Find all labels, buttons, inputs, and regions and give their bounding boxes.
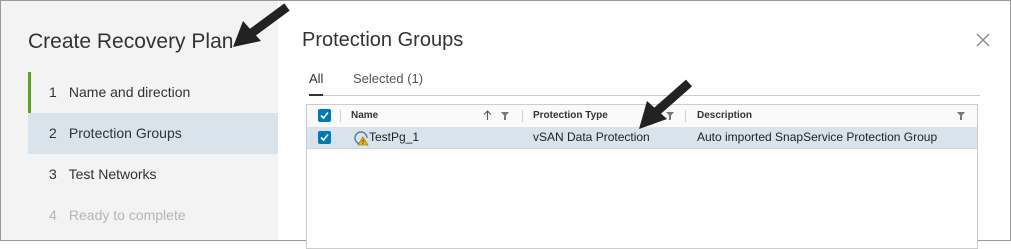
filter-icon[interactable]	[957, 112, 965, 120]
step-number: 2	[49, 125, 57, 141]
cell-description: Auto imported SnapService Protection Gro…	[697, 130, 938, 144]
wizard-step-test-networks[interactable]: 3 Test Networks	[28, 154, 278, 195]
step-label: Test Networks	[68, 166, 157, 182]
sort-ascending-icon[interactable]	[483, 110, 492, 121]
cell-name: TestPg_1	[369, 130, 420, 144]
column-header-description[interactable]: Description	[697, 105, 752, 127]
annotation-arrow-icon	[639, 79, 692, 129]
column-header-protection-type[interactable]: Protection Type	[533, 105, 608, 127]
tab-selected[interactable]: Selected (1)	[353, 71, 423, 94]
create-recovery-plan-dialog: Create Recovery Plan 1 Name and directio…	[0, 0, 1011, 249]
wizard-title: Create Recovery Plan	[28, 30, 234, 53]
checkmark-icon	[320, 111, 329, 120]
close-button[interactable]	[974, 31, 992, 49]
page-title: Protection Groups	[302, 29, 464, 51]
wizard-step-name-and-direction[interactable]: 1 Name and direction	[28, 72, 278, 113]
annotation-arrow-icon	[233, 3, 290, 47]
step-number: 4	[49, 207, 57, 223]
step-label: Ready to complete	[68, 207, 186, 223]
wizard-step-ready-to-complete: 4 Ready to complete	[28, 195, 278, 236]
step-number: 1	[49, 84, 57, 100]
filter-icon[interactable]	[501, 112, 509, 120]
column-header-name[interactable]: Name	[351, 105, 378, 127]
row-checkbox[interactable]	[318, 131, 331, 144]
step-label: Name and direction	[68, 84, 191, 100]
column-divider	[340, 110, 341, 122]
wizard-steps: 1 Name and direction 2 Protection Groups…	[28, 72, 278, 236]
step-label: Protection Groups	[68, 125, 182, 141]
checkmark-icon	[320, 133, 329, 142]
close-icon	[976, 33, 990, 47]
wizard-step-protection-groups[interactable]: 2 Protection Groups	[28, 113, 278, 154]
column-divider	[522, 110, 523, 122]
select-all-checkbox[interactable]	[318, 109, 331, 122]
protection-group-warning-icon	[354, 131, 369, 146]
step-number: 3	[49, 166, 57, 182]
tab-all[interactable]: All	[309, 71, 324, 96]
